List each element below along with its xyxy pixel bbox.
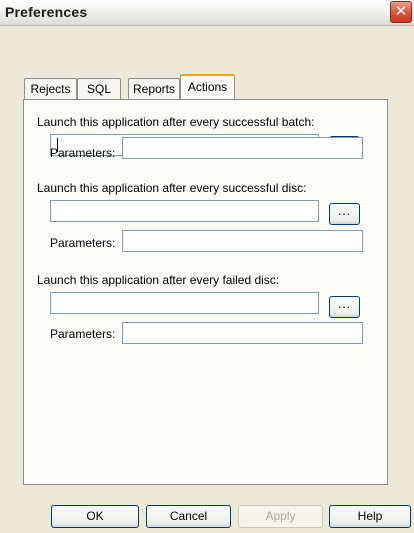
help-button[interactable]: Help [329, 505, 411, 528]
tab-label: Actions [187, 80, 228, 94]
browse-label: ... [337, 204, 351, 218]
disc-failed-params-label: Parameters: [50, 327, 116, 341]
section-label-successful-disc: Launch this application after every succ… [37, 181, 307, 195]
disc-success-app-path-input[interactable] [50, 200, 319, 222]
disc-failed-app-path-input[interactable] [50, 292, 319, 314]
tab-label: Reports [132, 82, 176, 96]
section-label-failed-disc: Launch this application after every fail… [37, 273, 280, 287]
ok-label: OK [86, 509, 104, 523]
ok-button[interactable]: OK [51, 505, 139, 528]
tab-label: Rejects [30, 82, 71, 96]
window-title: Preferences [5, 4, 88, 20]
title-bar: Preferences ✕ [0, 0, 414, 26]
disc-success-params-label: Parameters: [50, 236, 116, 250]
apply-button[interactable]: Apply [238, 505, 323, 528]
tab-reports[interactable]: Reports [128, 78, 180, 100]
batch-params-label-text: Parameters: [50, 146, 116, 160]
close-icon: ✕ [394, 3, 408, 20]
cancel-button[interactable]: Cancel [146, 505, 231, 528]
browse-label: ... [337, 297, 351, 311]
tab-actions[interactable]: Actions [180, 74, 235, 100]
section-label-successful-batch: Launch this application after every succ… [37, 115, 315, 129]
tab-rejects[interactable]: Rejects [24, 78, 77, 100]
tab-sql[interactable]: SQL [77, 78, 121, 100]
apply-label: Apply [265, 509, 296, 523]
disc-success-browse-button[interactable]: ... [329, 203, 360, 225]
disc-failed-params-input[interactable] [122, 322, 363, 344]
close-button[interactable]: ✕ [390, 1, 412, 23]
disc-failed-browse-button[interactable]: ... [329, 296, 360, 318]
tab-label: SQL [86, 82, 111, 96]
help-label: Help [357, 509, 383, 523]
cancel-label: Cancel [169, 509, 208, 523]
disc-success-params-input[interactable] [122, 230, 363, 252]
batch-params-input[interactable] [122, 137, 363, 159]
